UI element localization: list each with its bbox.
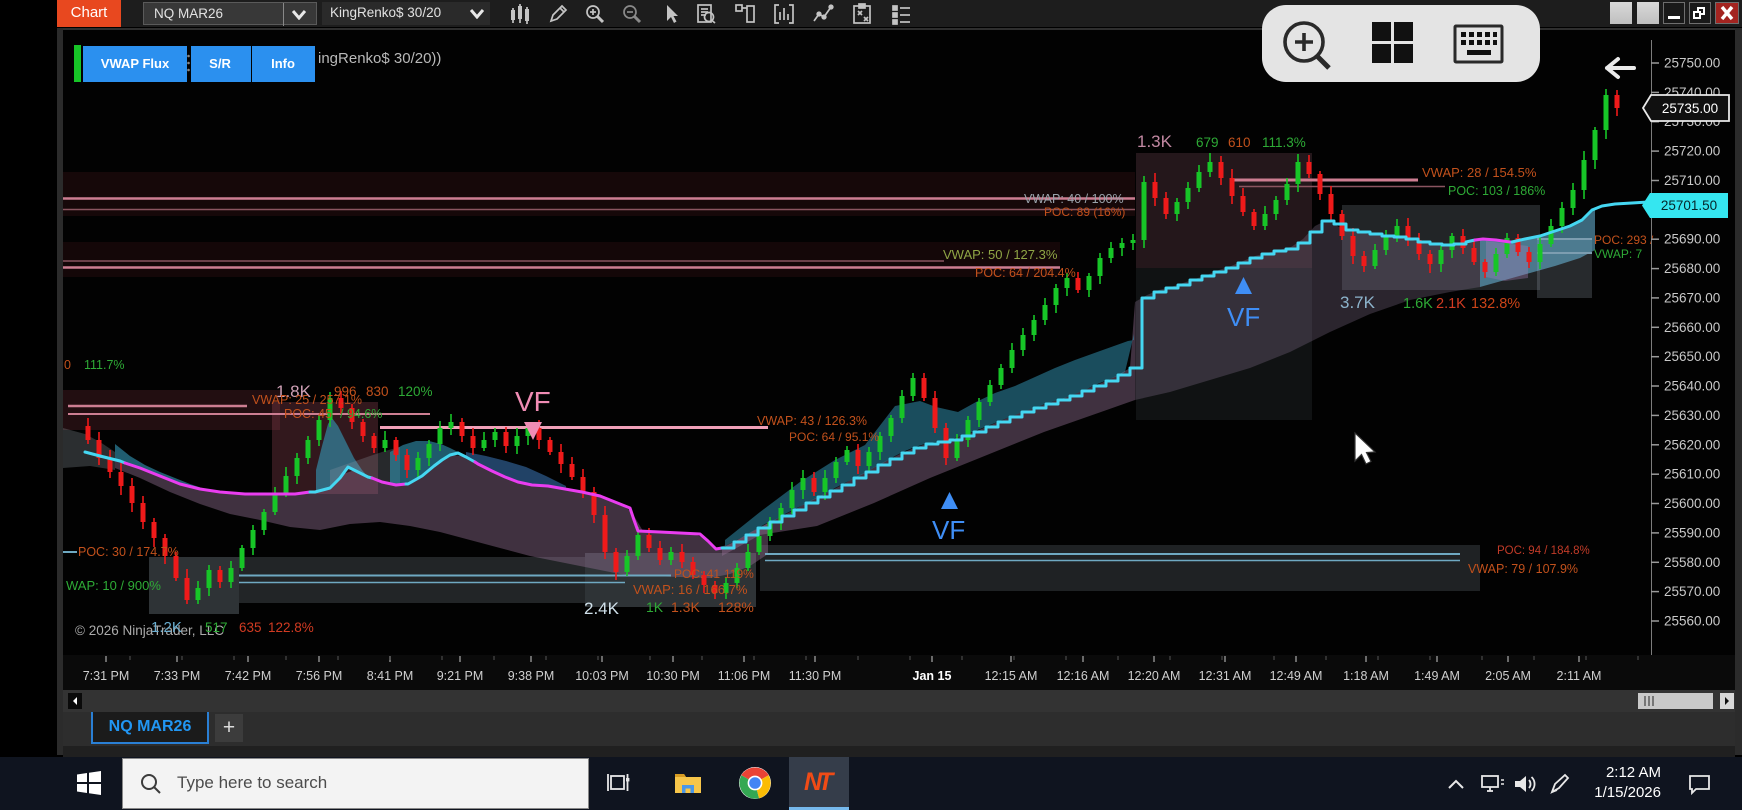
svg-text:25720.00: 25720.00 — [1664, 144, 1720, 159]
svg-text:25590.00: 25590.00 — [1664, 525, 1720, 540]
svg-text:12:16 AM: 12:16 AM — [1057, 669, 1110, 683]
svg-text:1.6K: 1.6K — [1403, 296, 1433, 312]
svg-text:VWAP: 16 / 166.7%: VWAP: 16 / 166.7% — [633, 582, 748, 597]
svg-text:POC: 45: POC: 45 — [284, 407, 332, 421]
svg-text:2.1K: 2.1K — [1436, 296, 1466, 312]
svg-text:WAP: 10 / 900%: WAP: 10 / 900% — [66, 578, 161, 593]
svg-text:9:21 PM: 9:21 PM — [437, 669, 484, 683]
svg-text:VWAP: 7: VWAP: 7 — [1594, 247, 1643, 261]
svg-text:ingRenko$ 30/20)): ingRenko$ 30/20)) — [318, 50, 441, 67]
svg-text:VF: VF — [1227, 302, 1260, 332]
svg-text:POC: 94 / 184.8%: POC: 94 / 184.8% — [1497, 545, 1590, 557]
svg-text:10:30 PM: 10:30 PM — [646, 669, 700, 683]
svg-text:Info: Info — [271, 56, 295, 71]
svg-text:9:38 PM: 9:38 PM — [508, 669, 555, 683]
svg-text:1K: 1K — [646, 599, 664, 615]
svg-text:1:49 AM: 1:49 AM — [1414, 669, 1460, 683]
svg-text:VWAP: 40 / 100%: VWAP: 40 / 100% — [1024, 192, 1124, 206]
svg-text:POC: 293 /: POC: 293 / — [1594, 233, 1654, 247]
svg-text:132.8%: 132.8% — [1471, 296, 1520, 312]
svg-text:1.2K: 1.2K — [151, 619, 182, 636]
svg-text:POC: 41: POC: 41 — [674, 567, 720, 581]
svg-text:25600.00: 25600.00 — [1664, 496, 1720, 511]
svg-text:11:06 PM: 11:06 PM — [718, 669, 771, 683]
svg-text:POC: 89 (16%): POC: 89 (16%) — [1044, 205, 1125, 219]
svg-text:VWAP: 25 / 257.1%: VWAP: 25 / 257.1% — [252, 393, 362, 407]
svg-text:VWAP: 50 / 127.3%: VWAP: 50 / 127.3% — [943, 247, 1058, 262]
svg-text:25690.00: 25690.00 — [1664, 232, 1720, 247]
svg-text:2:11 AM: 2:11 AM — [1557, 669, 1602, 683]
svg-text:25560.00: 25560.00 — [1664, 614, 1720, 629]
svg-text:635: 635 — [239, 620, 262, 635]
svg-text:25650.00: 25650.00 — [1664, 349, 1720, 364]
svg-text:1.3K: 1.3K — [1137, 132, 1173, 151]
svg-text:2:05 AM: 2:05 AM — [1485, 669, 1531, 683]
svg-text:25660.00: 25660.00 — [1664, 320, 1720, 335]
svg-text:610: 610 — [1228, 135, 1251, 150]
svg-text:VWAP Flux: VWAP Flux — [101, 56, 170, 71]
svg-text:VF: VF — [515, 386, 551, 417]
svg-text:25710.00: 25710.00 — [1664, 173, 1720, 188]
svg-text:111.7%: 111.7% — [84, 358, 125, 372]
svg-text:VWAP: 28 / 154.5%: VWAP: 28 / 154.5% — [1422, 165, 1537, 180]
svg-text:0: 0 — [64, 358, 71, 372]
svg-text:128%: 128% — [718, 599, 754, 615]
svg-text:7:33 PM: 7:33 PM — [154, 669, 201, 683]
svg-text:25701.50: 25701.50 — [1661, 198, 1717, 213]
svg-text:2.4K: 2.4K — [584, 599, 620, 618]
svg-text:VWAP: 43 / 126.3%: VWAP: 43 / 126.3% — [757, 414, 867, 428]
svg-text:1:18 AM: 1:18 AM — [1343, 669, 1389, 683]
svg-text:25735.00: 25735.00 — [1662, 101, 1718, 116]
svg-text:POC: 103 / 186%: POC: 103 / 186% — [1448, 184, 1545, 198]
svg-text:3.7K: 3.7K — [1340, 293, 1376, 312]
svg-text:25670.00: 25670.00 — [1664, 290, 1720, 305]
svg-text:12:20 AM: 12:20 AM — [1128, 669, 1181, 683]
svg-text:12:49 AM: 12:49 AM — [1270, 669, 1323, 683]
svg-text:830: 830 — [366, 384, 389, 399]
svg-text:Jan 15: Jan 15 — [913, 669, 952, 683]
svg-text:POC: 64 / 204.4%: POC: 64 / 204.4% — [975, 266, 1076, 280]
svg-text:8:41 PM: 8:41 PM — [367, 669, 414, 683]
svg-text:11:30 PM: 11:30 PM — [789, 669, 842, 683]
svg-text:111.3%: 111.3% — [1262, 135, 1306, 150]
svg-text:/ 94.6%: / 94.6% — [340, 407, 382, 421]
svg-text:1.3K: 1.3K — [671, 599, 700, 615]
svg-text:7:31 PM: 7:31 PM — [83, 669, 130, 683]
svg-text:12:15 AM: 12:15 AM — [985, 669, 1038, 683]
svg-text:POC: 64 / 95.1%: POC: 64 / 95.1% — [789, 430, 879, 444]
svg-text:25750.00: 25750.00 — [1664, 56, 1720, 71]
svg-text:7:56 PM: 7:56 PM — [296, 669, 343, 683]
svg-text:VWAP: 79 / 107.9%: VWAP: 79 / 107.9% — [1468, 562, 1578, 576]
svg-text:© 2026 NinjaTrader, LLC: © 2026 NinjaTrader, LLC — [75, 623, 224, 638]
svg-text:25610.00: 25610.00 — [1664, 467, 1720, 482]
svg-text:S/R: S/R — [209, 56, 231, 71]
svg-text:25580.00: 25580.00 — [1664, 555, 1720, 570]
svg-text:122.8%: 122.8% — [268, 620, 314, 635]
svg-text:25620.00: 25620.00 — [1664, 437, 1720, 452]
svg-text:12:31 AM: 12:31 AM — [1199, 669, 1252, 683]
svg-text:25640.00: 25640.00 — [1664, 379, 1720, 394]
svg-text:POC: 30 / 174.7%: POC: 30 / 174.7% — [78, 545, 179, 559]
svg-text:10:03 PM: 10:03 PM — [575, 669, 629, 683]
svg-text:517: 517 — [205, 620, 228, 635]
svg-text:VF: VF — [932, 515, 965, 545]
svg-text:25630.00: 25630.00 — [1664, 408, 1720, 423]
svg-text:120%: 120% — [398, 384, 433, 399]
svg-text:679: 679 — [1196, 135, 1219, 150]
svg-text:25570.00: 25570.00 — [1664, 584, 1720, 599]
svg-text:119%: 119% — [724, 567, 754, 581]
svg-text:25680.00: 25680.00 — [1664, 261, 1720, 276]
svg-text:7:42 PM: 7:42 PM — [225, 669, 272, 683]
